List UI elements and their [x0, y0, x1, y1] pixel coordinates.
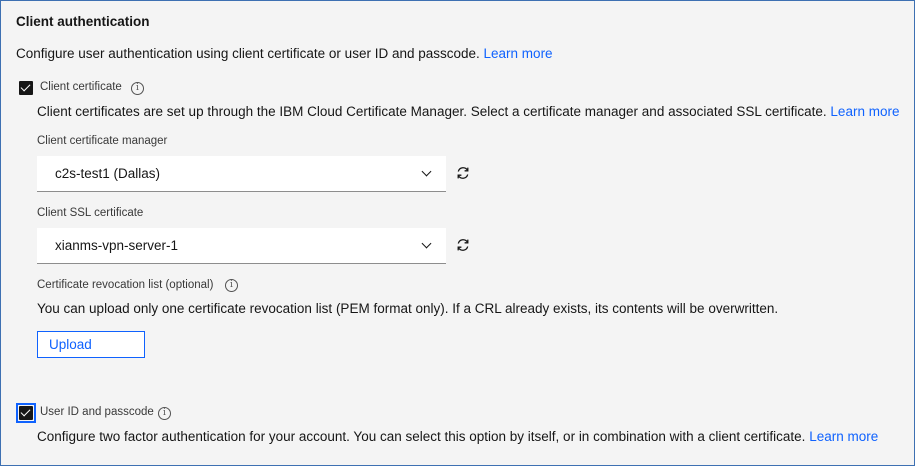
- client-certificate-description: Client certificates are set up through t…: [37, 104, 827, 119]
- crl-description: You can upload only one certificate revo…: [37, 301, 779, 316]
- section-learn-more-link[interactable]: Learn more: [484, 46, 553, 61]
- section-description-line: Configure user authentication using clie…: [16, 46, 553, 61]
- manager-label: Client certificate manager: [37, 135, 168, 147]
- upload-button[interactable]: Upload: [37, 331, 145, 358]
- section-description: Configure user authentication using clie…: [16, 46, 480, 61]
- info-icon[interactable]: i: [225, 279, 238, 292]
- client-certificate-label: Client certificate: [40, 81, 122, 93]
- crl-label: Certificate revocation list (optional): [37, 279, 214, 291]
- certificate-manager-select[interactable]: c2s-test1 (Dallas): [37, 156, 446, 192]
- info-icon[interactable]: i: [158, 407, 171, 420]
- client-certificate-checkbox[interactable]: [19, 81, 33, 95]
- client-certificate-description-line: Client certificates are set up through t…: [37, 104, 899, 119]
- ssl-certificate-value: xianms-vpn-server-1: [55, 238, 179, 253]
- user-id-description: Configure two factor authentication for …: [37, 429, 806, 444]
- user-id-description-line: Configure two factor authentication for …: [37, 429, 878, 444]
- client-certificate-learn-more-link[interactable]: Learn more: [830, 104, 899, 119]
- chevron-down-icon: [421, 166, 432, 177]
- refresh-icon[interactable]: [455, 165, 471, 181]
- user-id-checkbox[interactable]: [19, 406, 33, 420]
- info-icon[interactable]: i: [131, 82, 144, 95]
- user-id-label: User ID and passcode: [40, 406, 154, 418]
- section-title: Client authentication: [16, 14, 150, 29]
- refresh-icon[interactable]: [455, 237, 471, 253]
- user-id-learn-more-link[interactable]: Learn more: [809, 429, 878, 444]
- ssl-certificate-label: Client SSL certificate: [37, 207, 144, 219]
- certificate-manager-value: c2s-test1 (Dallas): [55, 166, 161, 181]
- ssl-certificate-select[interactable]: xianms-vpn-server-1: [37, 228, 446, 264]
- chevron-down-icon: [421, 238, 432, 249]
